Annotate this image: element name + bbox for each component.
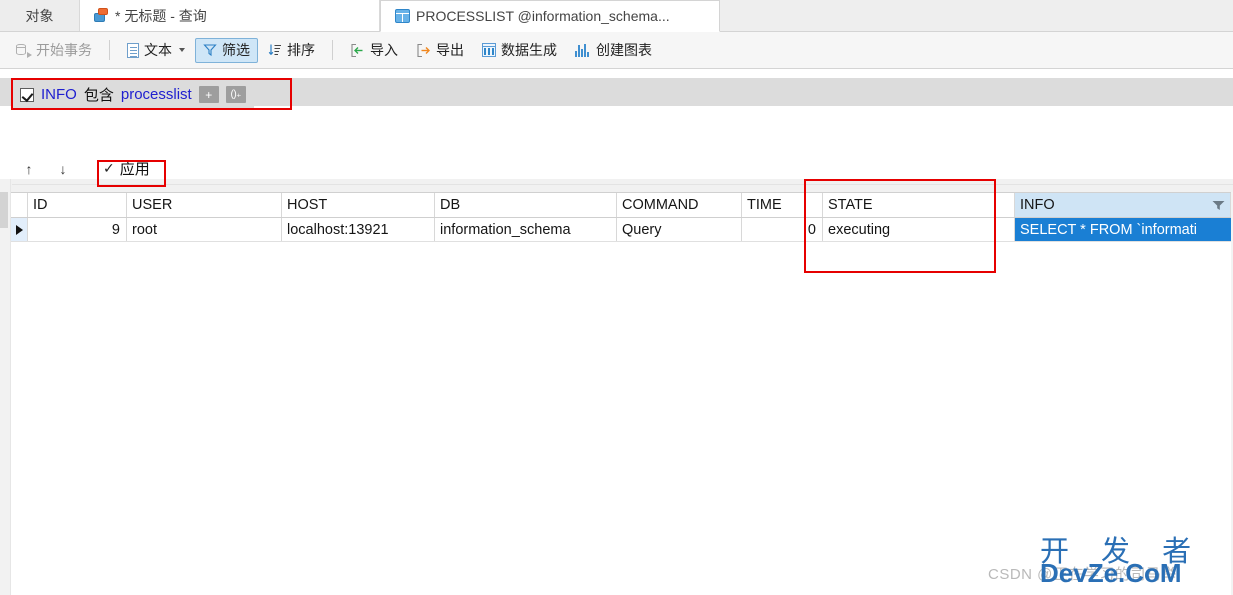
add-group-button[interactable]: ()₊	[225, 86, 246, 103]
cell-time[interactable]: 0	[742, 218, 823, 241]
data-generate-button[interactable]: 数据生成	[474, 38, 565, 63]
filter-operator[interactable]: 包含	[84, 84, 114, 105]
export-label: 导出	[436, 42, 464, 58]
grid-toolbar: 开始事务 文本 筛选 排序 导入 导出 数据生成 创建图表	[0, 32, 1233, 69]
cell-host[interactable]: localhost:13921	[282, 218, 435, 241]
chevron-down-icon[interactable]	[179, 48, 185, 52]
check-icon: ✓	[103, 160, 115, 176]
tab-query-untitled-label: * 无标题 - 查询	[115, 7, 207, 24]
tab-processlist-label: PROCESSLIST @information_schema...	[416, 8, 670, 24]
text-icon	[127, 42, 139, 58]
tab-bar-empty-area	[720, 0, 1233, 31]
column-header-host[interactable]: HOST	[282, 193, 435, 217]
tab-objects[interactable]: 对象	[0, 0, 80, 31]
import-label: 导入	[370, 42, 398, 58]
toolbar-divider-2	[332, 40, 333, 60]
cell-user[interactable]: root	[127, 218, 282, 241]
column-header-info[interactable]: INFO	[1015, 193, 1231, 217]
text-view-button[interactable]: 文本	[119, 38, 193, 63]
data-generate-icon	[482, 43, 496, 57]
data-generate-label: 数据生成	[501, 42, 557, 58]
create-chart-label: 创建图表	[596, 42, 652, 58]
column-header-info-label: INFO	[1020, 197, 1055, 213]
transaction-icon	[16, 43, 32, 58]
query-icon	[94, 8, 109, 23]
filter-condition-row[interactable]: INFO 包含 processlist + ()₊	[12, 80, 254, 109]
filter-field-name[interactable]: INFO	[41, 86, 77, 103]
create-chart-icon	[575, 43, 591, 57]
sort-icon	[268, 44, 281, 56]
add-condition-button[interactable]: +	[198, 86, 219, 103]
grid-empty-area	[11, 242, 1233, 595]
sort-label: 排序	[287, 42, 315, 58]
table-row[interactable]: 9 root localhost:13921 information_schem…	[11, 218, 1233, 242]
filter-value[interactable]: processlist	[121, 86, 192, 103]
column-header-user[interactable]: USER	[127, 193, 282, 217]
column-header-command[interactable]: COMMAND	[617, 193, 742, 217]
filter-button[interactable]: 筛选	[195, 37, 258, 63]
cell-id[interactable]: 9	[28, 218, 127, 241]
column-filter-icon[interactable]	[1212, 200, 1225, 211]
cell-command[interactable]: Query	[617, 218, 742, 241]
nav-workspace: 对象 * 无标题 - 查询 PROCESSLIST @information_s…	[0, 0, 1233, 595]
filter-enabled-checkbox[interactable]	[20, 87, 34, 102]
filter-icon	[203, 44, 217, 57]
row-indicator[interactable]	[11, 218, 28, 241]
tab-objects-label: 对象	[25, 7, 54, 24]
cell-db[interactable]: information_schema	[435, 218, 617, 241]
create-chart-button[interactable]: 创建图表	[567, 38, 660, 63]
begin-transaction-button[interactable]: 开始事务	[8, 38, 100, 63]
tab-query-untitled[interactable]: * 无标题 - 查询	[80, 0, 380, 31]
filter-apply-bar: ↑ ↓ ✓ 应用	[12, 153, 1233, 185]
export-button[interactable]: 导出	[408, 38, 472, 63]
column-header-db[interactable]: DB	[435, 193, 617, 217]
import-icon	[351, 43, 363, 57]
result-grid: ID USER HOST DB COMMAND TIME STATE INFO …	[11, 192, 1233, 595]
filter-label: 筛选	[222, 42, 250, 58]
move-condition-down-button[interactable]: ↓	[46, 156, 80, 182]
splitter-handle[interactable]	[0, 192, 8, 228]
toolbar-divider-1	[109, 40, 110, 60]
current-row-icon	[15, 224, 23, 235]
cell-state[interactable]: executing	[823, 218, 1015, 241]
import-button[interactable]: 导入	[342, 38, 406, 63]
tab-processlist[interactable]: PROCESSLIST @information_schema...	[380, 0, 720, 32]
cell-info[interactable]: SELECT * FROM `informati	[1015, 218, 1231, 241]
move-condition-up-button[interactable]: ↑	[12, 156, 46, 182]
table-icon	[395, 9, 410, 23]
apply-filter-label: 应用	[119, 161, 150, 178]
column-header-time[interactable]: TIME	[742, 193, 823, 217]
sort-button[interactable]: 排序	[260, 38, 323, 63]
text-view-label: 文本	[144, 42, 172, 58]
apply-filter-button[interactable]: ✓ 应用	[94, 157, 159, 181]
grid-header-corner	[11, 193, 28, 217]
column-header-state[interactable]: STATE	[823, 193, 1015, 217]
export-icon	[417, 43, 430, 57]
begin-transaction-label: 开始事务	[36, 42, 92, 58]
tab-bar: 对象 * 无标题 - 查询 PROCESSLIST @information_s…	[0, 0, 1233, 32]
column-header-id[interactable]: ID	[28, 193, 127, 217]
grid-header-row: ID USER HOST DB COMMAND TIME STATE INFO	[11, 193, 1233, 218]
